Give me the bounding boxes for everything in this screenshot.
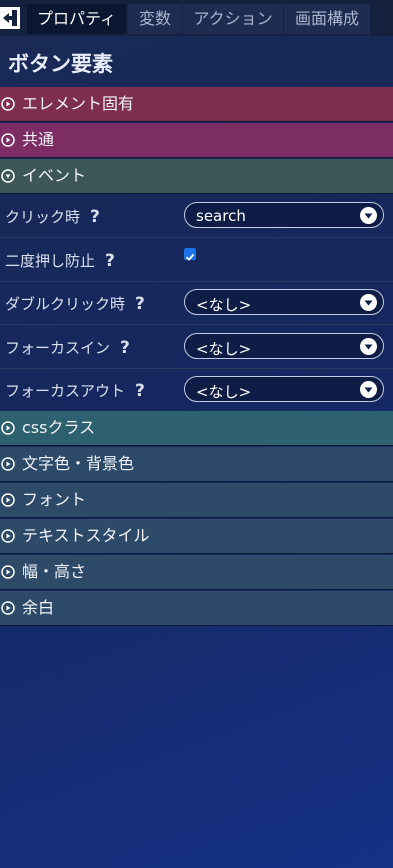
prop-row-double-click: ダブルクリック時? <なし>: [0, 281, 393, 325]
section-common[interactable]: 共通: [0, 123, 393, 158]
section-label: cssクラス: [22, 418, 96, 437]
section-event[interactable]: イベント: [0, 159, 393, 194]
section-label: エレメント固有: [22, 94, 135, 113]
chevron-down-icon: [360, 381, 377, 398]
check-icon: [185, 253, 195, 261]
double-prevent-label: 二度押し防止: [5, 252, 96, 270]
expand-arrow-icon: [1, 97, 15, 111]
prop-row-double-prevent: 二度押し防止?: [0, 238, 393, 282]
section-label: 余白: [22, 598, 55, 617]
section-size[interactable]: 幅・高さ: [0, 555, 393, 590]
prop-label: フォーカスイン?: [5, 337, 130, 358]
help-icon[interactable]: ?: [120, 338, 130, 358]
section-label: フォント: [22, 490, 87, 509]
section-color[interactable]: 文字色・背景色: [0, 447, 393, 482]
collapse-arrow-icon: [1, 169, 15, 183]
focus-out-label: フォーカスアウト: [5, 382, 126, 400]
tab-bar: プロパティ 変数 アクション 画面構成: [0, 0, 393, 36]
section-label: 幅・高さ: [22, 562, 87, 581]
select-value: <なし>: [196, 383, 252, 401]
expand-arrow-icon: [1, 421, 15, 435]
section-font[interactable]: フォント: [0, 483, 393, 518]
prop-row-focus-in: フォーカスイン? <なし>: [0, 325, 393, 369]
help-icon[interactable]: ?: [135, 381, 145, 401]
double-click-label: ダブルクリック時: [5, 295, 126, 313]
section-label: イベント: [22, 166, 87, 185]
section-label: テキストスタイル: [22, 526, 150, 545]
select-value: search: [196, 207, 246, 225]
focus-in-action-select[interactable]: <なし>: [184, 333, 384, 359]
expand-arrow-icon: [1, 529, 15, 543]
prop-row-focus-out: フォーカスアウト? <なし>: [0, 368, 393, 412]
chevron-down-icon: [360, 207, 377, 224]
chevron-down-icon: [360, 338, 377, 355]
tab-variables[interactable]: 変数: [128, 4, 182, 34]
prop-label: ダブルクリック時?: [5, 293, 145, 314]
select-value: <なし>: [196, 296, 252, 314]
select-value: <なし>: [196, 340, 252, 358]
exit-icon[interactable]: [0, 7, 20, 29]
tab-properties[interactable]: プロパティ: [27, 4, 126, 34]
expand-arrow-icon: [1, 133, 15, 147]
focus-in-label: フォーカスイン: [5, 339, 111, 357]
chevron-down-icon: [360, 294, 377, 311]
tab-screen-structure[interactable]: 画面構成: [284, 4, 370, 34]
section-label: 共通: [22, 130, 55, 149]
prop-label: クリック時?: [5, 206, 100, 227]
help-icon[interactable]: ?: [90, 207, 100, 227]
expand-arrow-icon: [1, 601, 15, 615]
prop-row-click: クリック時? search: [0, 194, 393, 238]
expand-arrow-icon: [1, 457, 15, 471]
section-label: 文字色・背景色: [22, 454, 135, 473]
double-prevent-checkbox[interactable]: [184, 248, 196, 261]
prop-label: 二度押し防止?: [5, 250, 115, 271]
section-text-style[interactable]: テキストスタイル: [0, 519, 393, 554]
section-element-specific[interactable]: エレメント固有: [0, 87, 393, 122]
help-icon[interactable]: ?: [105, 251, 115, 271]
expand-arrow-icon: [1, 565, 15, 579]
click-label: クリック時: [5, 208, 81, 226]
page-title: ボタン要素: [8, 52, 113, 76]
tab-actions[interactable]: アクション: [183, 4, 283, 34]
click-action-select[interactable]: search: [184, 202, 384, 228]
expand-arrow-icon: [1, 493, 15, 507]
focus-out-action-select[interactable]: <なし>: [184, 376, 384, 402]
section-css-class[interactable]: cssクラス: [0, 411, 393, 446]
prop-label: フォーカスアウト?: [5, 380, 145, 401]
section-margin[interactable]: 余白: [0, 591, 393, 626]
help-icon[interactable]: ?: [135, 294, 145, 314]
double-click-action-select[interactable]: <なし>: [184, 289, 384, 315]
